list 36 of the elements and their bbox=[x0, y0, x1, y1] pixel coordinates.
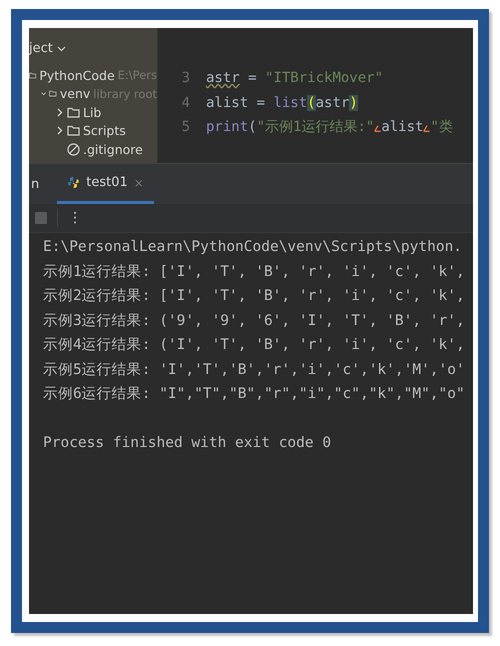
folder-icon bbox=[49, 88, 57, 100]
panel-title: n bbox=[31, 176, 40, 192]
chevron-right-icon[interactable] bbox=[55, 126, 64, 136]
blocked-circle-icon bbox=[67, 142, 80, 156]
console-output-line: 示例6运行结果: "I","T","B","r","i","c","k","M","o" bbox=[43, 385, 466, 404]
console-output-line: 示例4运行结果: ('I', 'T', 'B', 'r', 'i', 'c', 'k', bbox=[43, 336, 466, 355]
tab-label: test01 bbox=[86, 175, 128, 190]
console-output-line: 示例1运行结果: ['I', 'T', 'B', 'r', 'i', 'c', 'k', bbox=[43, 262, 466, 282]
tree-item[interactable]: Scripts bbox=[29, 122, 157, 140]
console-output-line: E:\PersonalLearn\PythonCode\venv\Scripts\python. bbox=[43, 238, 464, 257]
tree-item-label: Lib bbox=[83, 104, 102, 120]
python-icon bbox=[67, 176, 80, 189]
inlay-hint-icon bbox=[374, 125, 382, 132]
tree-item-label: PythonCode bbox=[39, 68, 115, 83]
chevron-down-icon[interactable] bbox=[56, 44, 66, 52]
exit-message: Process finished with exit code 0 bbox=[43, 434, 332, 453]
inlay-hint-icon bbox=[423, 125, 430, 132]
console-output-line: 示例2运行结果: ['I', 'T', 'B', 'r', 'i', 'c', 'k', bbox=[43, 287, 466, 306]
console-output-line: 示例3运行结果: ('9', '9', '6', 'I', 'T', 'B', 'r', bbox=[43, 312, 466, 330]
line-number: 3 bbox=[180, 70, 191, 86]
console-output-line: 示例5运行结果: 'I','T','B','r','i','c','k','M','o' bbox=[43, 360, 466, 380]
tree-item-label: Scripts bbox=[83, 123, 126, 138]
tree-item[interactable]: .gitignore bbox=[29, 140, 157, 158]
tree-item-label: venv bbox=[60, 86, 90, 102]
code-line: astr = "ITBrickMover" bbox=[206, 70, 384, 86]
more-options-icon[interactable]: ⋮ bbox=[68, 210, 82, 226]
sidebar-title: ject bbox=[29, 40, 53, 56]
tree-item-label: .gitignore bbox=[83, 142, 143, 157]
line-number: 5 bbox=[180, 119, 191, 136]
line-number: 4 bbox=[180, 94, 191, 111]
tree-item[interactable]: Lib bbox=[29, 103, 157, 122]
folder-icon bbox=[67, 125, 80, 136]
code-line: print("示例1运行结果:" alist "类 bbox=[206, 118, 453, 136]
folder-icon bbox=[67, 106, 80, 118]
code-line: alist = list(astr) bbox=[206, 94, 358, 111]
chevron-right-icon[interactable] bbox=[55, 108, 64, 117]
